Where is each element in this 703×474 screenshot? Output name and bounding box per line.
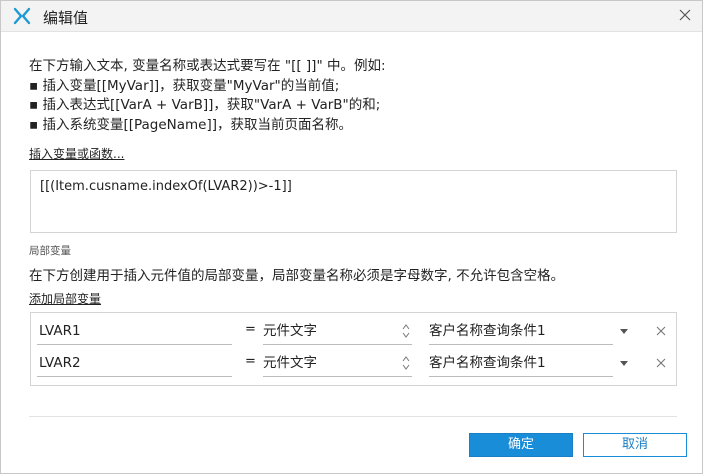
title-bar: 编辑值 bbox=[1, 1, 702, 32]
dialog-title: 编辑值 bbox=[43, 9, 89, 27]
delete-row-icon[interactable] bbox=[655, 357, 667, 369]
instruction-line: 在下方输入文本, 变量名称或表达式要写在 "[[ ]]" 中。例如: bbox=[29, 58, 386, 74]
footer-divider bbox=[29, 416, 677, 417]
equals-sign: = bbox=[245, 354, 256, 369]
var-type-select[interactable]: 元件文字 bbox=[263, 319, 412, 345]
local-var-row: LVAR1 = 元件文字 客户名称查询条件1 bbox=[31, 316, 676, 346]
chevron-down-icon[interactable] bbox=[620, 329, 628, 334]
var-type-value: 元件文字 bbox=[263, 323, 317, 339]
var-type-select[interactable]: 元件文字 bbox=[263, 351, 412, 377]
ok-button[interactable]: 确定 bbox=[469, 433, 573, 457]
var-type-value: 元件文字 bbox=[263, 355, 317, 371]
chevron-down-icon[interactable] bbox=[620, 361, 628, 366]
equals-sign: = bbox=[245, 322, 256, 337]
instruction-line: ▪ 插入表达式[[VarA + VarB]]，获取"VarA + VarB"的和… bbox=[29, 97, 381, 113]
cancel-button[interactable]: 取消 bbox=[583, 433, 687, 457]
local-vars-list: LVAR1 = 元件文字 客户名称查询条件1 LVAR2 = 元件文字 客户名称… bbox=[30, 312, 677, 386]
target-widget-select[interactable]: 客户名称查询条件1 bbox=[429, 319, 613, 345]
var-name-input[interactable]: LVAR1 bbox=[37, 319, 232, 345]
local-var-row: LVAR2 = 元件文字 客户名称查询条件1 bbox=[31, 348, 676, 378]
var-name-input[interactable]: LVAR2 bbox=[37, 351, 232, 377]
updown-arrows-icon bbox=[402, 354, 410, 372]
instructions: 在下方输入文本, 变量名称或表达式要写在 "[[ ]]" 中。例如: ▪ 插入变… bbox=[29, 57, 386, 135]
target-widget-select[interactable]: 客户名称查询条件1 bbox=[429, 351, 613, 377]
instruction-line: ▪ 插入系统变量[[PageName]]，获取当前页面名称。 bbox=[29, 116, 353, 133]
axure-x-logo-icon bbox=[13, 7, 31, 25]
insert-variable-link[interactable]: 插入变量或函数... bbox=[29, 145, 124, 162]
expression-text: [[(Item.cusname.indexOf(LVAR2))>-1]] bbox=[40, 179, 292, 194]
edit-value-dialog: 编辑值 在下方输入文本, 变量名称或表达式要写在 "[[ ]]" 中。例如: ▪… bbox=[0, 0, 703, 474]
add-local-variable-link[interactable]: 添加局部变量 bbox=[29, 290, 101, 307]
delete-row-icon[interactable] bbox=[655, 325, 667, 337]
instruction-line: ▪ 插入变量[[MyVar]]，获取变量"MyVar"的当前值; bbox=[29, 77, 340, 94]
close-icon[interactable] bbox=[677, 7, 693, 23]
updown-arrows-icon bbox=[402, 322, 410, 340]
local-vars-section-label: 局部变量 bbox=[29, 245, 71, 257]
local-vars-description: 在下方创建用于插入元件值的局部变量，局部变量名称必须是字母数字, 不允许包含空格… bbox=[29, 268, 565, 284]
expression-textarea[interactable]: [[(Item.cusname.indexOf(LVAR2))>-1]] bbox=[30, 170, 677, 233]
